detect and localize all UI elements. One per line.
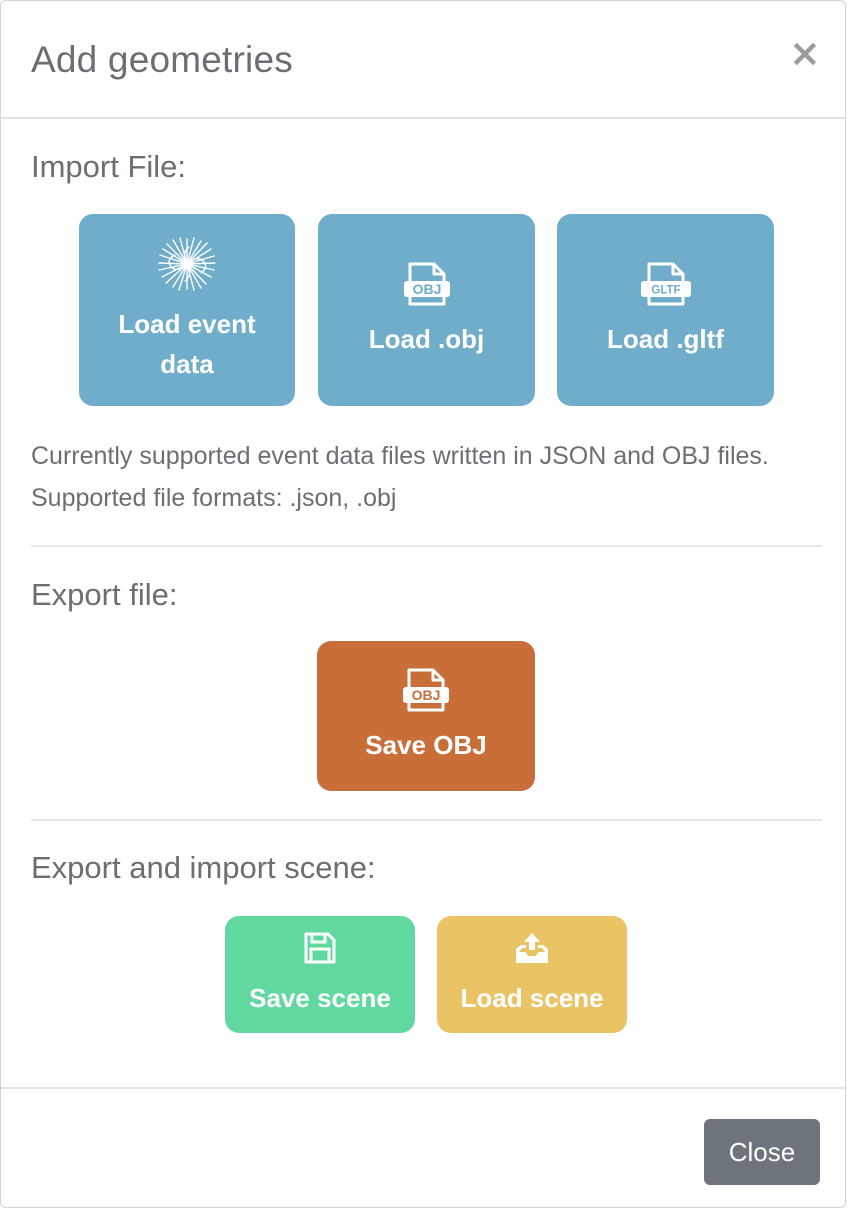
load-obj-label: Load .obj [368,323,485,354]
import-section-title: Import File: [31,149,187,184]
save-obj-label: Save OBJ [365,729,487,760]
load-gltf-label: Load .gltf [607,323,724,354]
close-x-button[interactable]: × [789,34,821,72]
modal-header: Add geometries × [1,1,845,119]
svg-text:OBJ: OBJ [412,687,441,703]
save-obj-button[interactable]: OBJ Save OBJ [317,641,535,791]
load-gltf-button[interactable]: GLTF Load .gltf [557,214,774,406]
save-scene-label: Save scene [249,983,391,1013]
svg-text:OBJ: OBJ [412,281,441,297]
obj-file-icon: OBJ [401,668,451,723]
load-scene-button[interactable]: Load scene [437,916,627,1033]
section-divider [31,819,822,821]
svg-text:GLTF: GLTF [651,284,680,296]
add-geometries-modal: Add geometries × Import File: Load event… [0,0,846,1208]
floppy-disk-icon [303,931,337,976]
close-button[interactable]: Close [704,1119,820,1185]
load-scene-label: Load scene [460,983,604,1013]
save-scene-button[interactable]: Save scene [225,916,415,1033]
scene-section-title: Export and import scene: [31,850,376,885]
load-obj-button[interactable]: OBJ Load .obj [318,214,535,406]
gltf-file-icon: GLTF [640,262,692,317]
modal-footer: Close [1,1087,845,1209]
load-event-data-label: Load event data [118,308,256,379]
upload-tray-icon [514,931,550,976]
load-event-data-button[interactable]: Load event data [79,214,295,406]
modal-title: Add geometries [31,39,293,80]
burst-icon [157,236,217,302]
import-help-text: Currently supported event data files wri… [31,442,769,512]
export-section-title: Export file: [31,577,178,612]
obj-file-icon: OBJ [402,262,452,317]
section-divider [31,545,822,547]
